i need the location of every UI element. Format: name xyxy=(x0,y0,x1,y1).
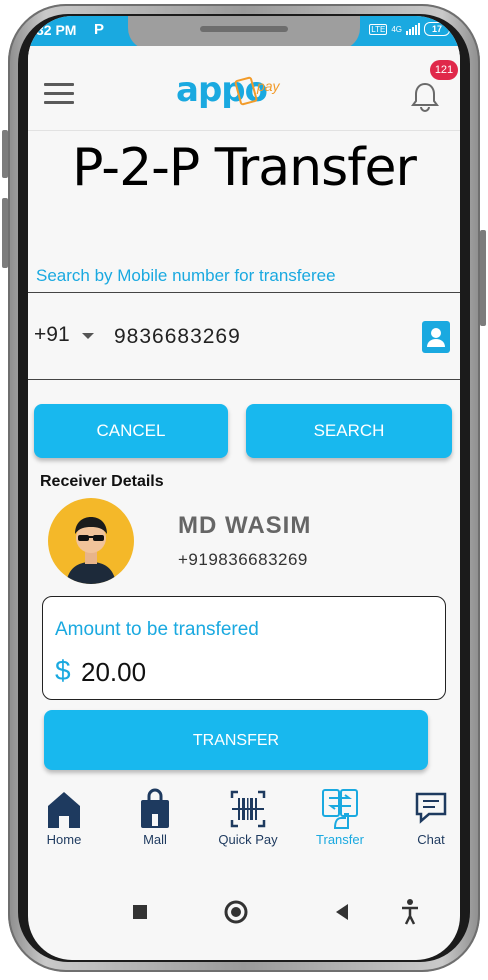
receiver-name: MD WASIM xyxy=(178,512,312,539)
tab-mall-label: Mall xyxy=(143,832,167,847)
menu-icon[interactable] xyxy=(44,83,74,105)
accessibility-icon[interactable] xyxy=(402,899,418,925)
transfer-icon xyxy=(322,789,358,829)
recent-apps-icon[interactable] xyxy=(133,905,147,919)
amount-field[interactable]: Amount to be transfered $ 20.00 xyxy=(42,596,446,700)
tab-transfer[interactable]: Transfer xyxy=(305,786,375,847)
phone-volume-button xyxy=(2,198,8,268)
mobile-number-input[interactable] xyxy=(112,319,366,355)
network-type: 4G xyxy=(391,24,402,34)
signal-icon xyxy=(406,23,420,35)
app-logo: appo pay xyxy=(176,70,280,110)
bottom-tab-bar: Home Mall Quick Pay Transfer Chat xyxy=(28,786,460,860)
shopping-bag-icon xyxy=(141,788,169,828)
status-app-icon: P xyxy=(94,21,105,38)
phone-side-button xyxy=(2,130,8,178)
app-header: appo pay 121 xyxy=(28,46,460,131)
amount-value[interactable]: 20.00 xyxy=(81,657,146,688)
avatar xyxy=(48,498,134,584)
tab-mall[interactable]: Mall xyxy=(120,786,190,847)
search-button[interactable]: SEARCH xyxy=(246,404,452,458)
logo-sub-text: pay xyxy=(256,78,280,94)
contact-picker-icon[interactable] xyxy=(422,321,450,353)
receiver-phone: +919836683269 xyxy=(178,550,308,569)
status-icons: LTE 4G 17 xyxy=(369,22,450,36)
android-nav-bar xyxy=(28,888,460,936)
tab-chat[interactable]: Chat xyxy=(396,786,460,847)
barcode-scan-icon xyxy=(230,790,266,828)
search-label: Search by Mobile number for transferee xyxy=(36,266,336,285)
notification-bell-icon[interactable] xyxy=(408,80,442,114)
notification-badge: 121 xyxy=(430,60,458,80)
mobile-search-row: +91 xyxy=(28,292,460,380)
lte-icon: LTE xyxy=(369,23,388,35)
status-time: 32 PM xyxy=(36,22,77,38)
cancel-button[interactable]: CANCEL xyxy=(34,404,228,458)
home-icon xyxy=(48,792,80,828)
camera-notch xyxy=(128,16,360,50)
back-icon[interactable] xyxy=(336,904,348,920)
tab-home-label: Home xyxy=(46,832,82,847)
receiver-details-heading: Receiver Details xyxy=(40,473,164,490)
amount-label: Amount to be transfered xyxy=(55,619,259,640)
tab-chat-label: Chat xyxy=(417,832,445,847)
tab-transfer-label: Transfer xyxy=(316,832,364,847)
currency-symbol: $ xyxy=(55,655,71,686)
chevron-down-icon[interactable] xyxy=(82,333,94,339)
country-code-select[interactable]: +91 xyxy=(34,323,70,347)
phone-power-button xyxy=(480,230,486,326)
chat-icon xyxy=(415,792,447,824)
tab-quick-pay[interactable]: Quick Pay xyxy=(213,786,283,847)
screen: 32 PM P LTE 4G 17 appo pay 121 P-2-P Tra… xyxy=(28,16,460,960)
page-title: P-2-P Transfer xyxy=(72,138,417,198)
transfer-button[interactable]: TRANSFER xyxy=(44,710,428,770)
battery-icon: 17 xyxy=(424,22,450,36)
tab-quick-pay-label: Quick Pay xyxy=(218,832,278,847)
tab-home[interactable]: Home xyxy=(29,786,99,847)
